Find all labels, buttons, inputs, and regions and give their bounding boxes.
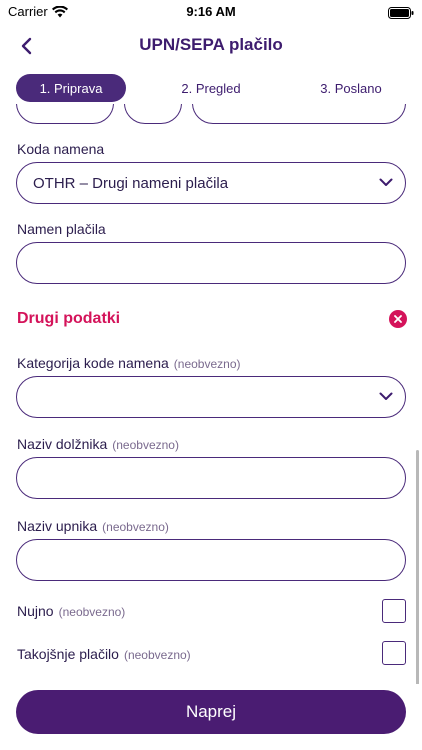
page-title: UPN/SEPA plačilo: [139, 35, 283, 54]
urgent-label: Nujno (neobvezno): [17, 603, 126, 619]
chevron-down-icon: [379, 178, 393, 186]
chevron-down-icon: [379, 392, 393, 400]
next-button[interactable]: Naprej: [16, 690, 406, 734]
other-data-section-title: Drugi podatki: [17, 310, 121, 327]
purpose-category-select[interactable]: [16, 376, 406, 418]
step-review: 2. Pregled: [181, 80, 241, 96]
step-sent: 3. Poslano: [320, 80, 382, 96]
scrollbar[interactable]: [416, 450, 419, 684]
status-time: 9:16 AM: [186, 4, 236, 19]
step-prepare: 1. Priprava: [16, 74, 126, 102]
instant-payment-label: Takojšnje plačilo (neobvezno): [17, 646, 191, 662]
instant-payment-checkbox[interactable]: [382, 641, 406, 665]
creditor-name-label: Naziv upnika (neobvezno): [17, 518, 169, 534]
partial-input-3[interactable]: [192, 104, 406, 124]
partial-input-1[interactable]: [16, 104, 114, 124]
creditor-name-input[interactable]: [16, 539, 406, 581]
progress-stepper: 1. Priprava 2. Pregled 3. Poslano: [16, 74, 406, 102]
purpose-category-label: Kategorija kode namena (neobvezno): [17, 355, 241, 371]
purpose-code-select[interactable]: OTHR – Drugi nameni plačila: [16, 162, 406, 204]
close-icon: [394, 315, 402, 323]
payment-purpose-input[interactable]: [16, 242, 406, 284]
debtor-name-label: Naziv dolžnika (neobvezno): [17, 436, 179, 452]
nav-bar: UPN/SEPA plačilo: [0, 26, 422, 66]
debtor-name-input[interactable]: [16, 457, 406, 499]
form-scroll-area[interactable]: Koda namena OTHR – Drugi nameni plačila …: [0, 104, 422, 684]
urgent-checkbox[interactable]: [382, 599, 406, 623]
status-bar: Carrier 9:16 AM: [0, 0, 422, 24]
purpose-code-value: OTHR – Drugi nameni plačila: [33, 175, 229, 192]
purpose-code-label: Koda namena: [17, 141, 105, 157]
partial-input-2[interactable]: [124, 104, 182, 124]
payment-purpose-label: Namen plačila: [17, 221, 106, 237]
battery-icon: [388, 6, 414, 24]
close-circle-icon[interactable]: [389, 310, 407, 328]
